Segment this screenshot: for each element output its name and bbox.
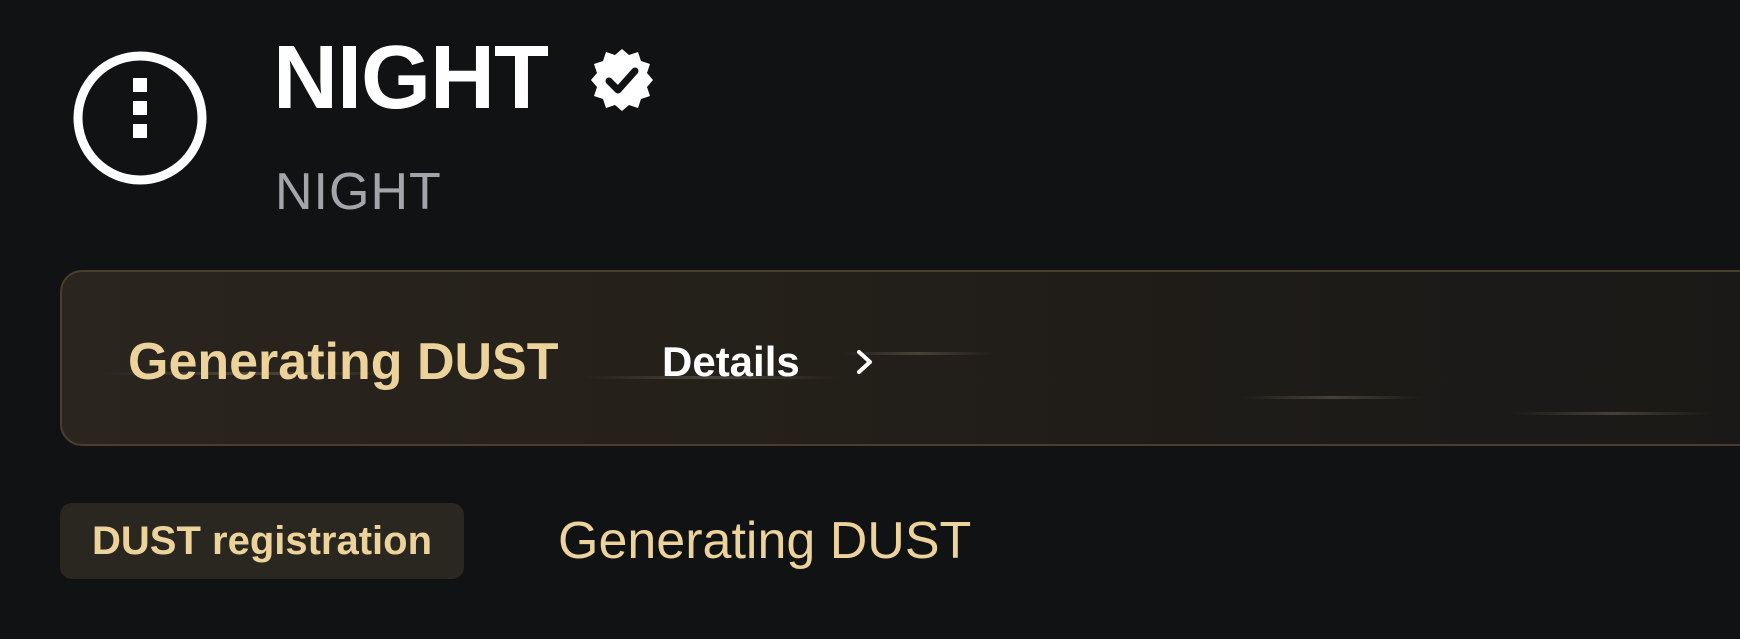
verified-badge-icon bbox=[590, 49, 653, 111]
token-name: NIGHT bbox=[273, 28, 549, 128]
dust-registration-badge: DUST registration bbox=[60, 503, 465, 579]
chevron-right-icon[interactable] bbox=[852, 347, 878, 377]
dust-generation-banner: Generating DUST Details bbox=[60, 270, 1740, 446]
token-detail-page: NIGHT NIGHT Generating DUST Details DUST… bbox=[0, 0, 1740, 639]
token-title-row: NIGHT bbox=[273, 28, 656, 128]
token-symbol: NIGHT bbox=[275, 163, 442, 221]
banner-status-text: Generating DUST bbox=[128, 333, 559, 391]
banner-decoration bbox=[1512, 412, 1712, 415]
night-token-logo-icon bbox=[70, 48, 210, 188]
details-link[interactable]: Details bbox=[662, 332, 878, 392]
registration-status-text: Generating DUST bbox=[558, 512, 972, 570]
details-label[interactable]: Details bbox=[662, 332, 800, 392]
banner-decoration bbox=[1242, 396, 1422, 399]
